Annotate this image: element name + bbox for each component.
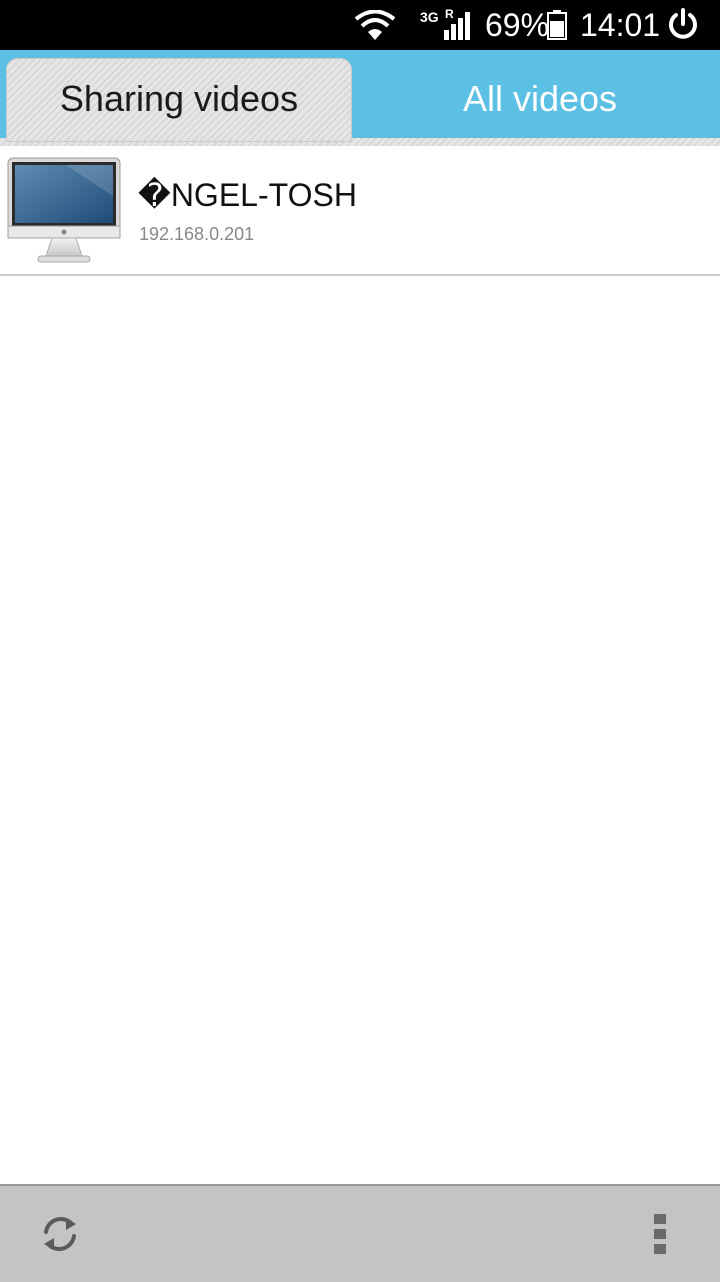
device-ip: 192.168.0.201 — [139, 224, 255, 244]
overflow-menu-icon[interactable] — [648, 1210, 672, 1258]
device-name: �NGEL-TOSH — [138, 177, 357, 213]
refresh-icon[interactable] — [36, 1210, 84, 1258]
tab-label: Sharing videos — [59, 78, 299, 119]
signal-icon — [444, 12, 470, 40]
network-type-label: 3G — [420, 9, 439, 25]
status-bar: 3G R 69% 14:01 — [0, 0, 720, 50]
monitor-icon — [7, 157, 121, 263]
battery-percent: 69% — [485, 7, 550, 43]
wifi-icon — [354, 10, 396, 40]
tab-label: All videos — [462, 78, 618, 119]
power-icon[interactable] — [666, 7, 700, 41]
list-item[interactable]: �NGEL-TOSH 192.168.0.201 — [0, 146, 720, 276]
bottom-action-bar — [0, 1184, 720, 1282]
tab-sharing-videos[interactable]: Sharing videos — [6, 58, 352, 142]
clock: 14:01 — [580, 7, 661, 43]
battery-icon — [547, 10, 567, 40]
tab-all-videos[interactable]: All videos — [360, 58, 720, 138]
device-list: �NGEL-TOSH 192.168.0.201 — [0, 146, 720, 276]
